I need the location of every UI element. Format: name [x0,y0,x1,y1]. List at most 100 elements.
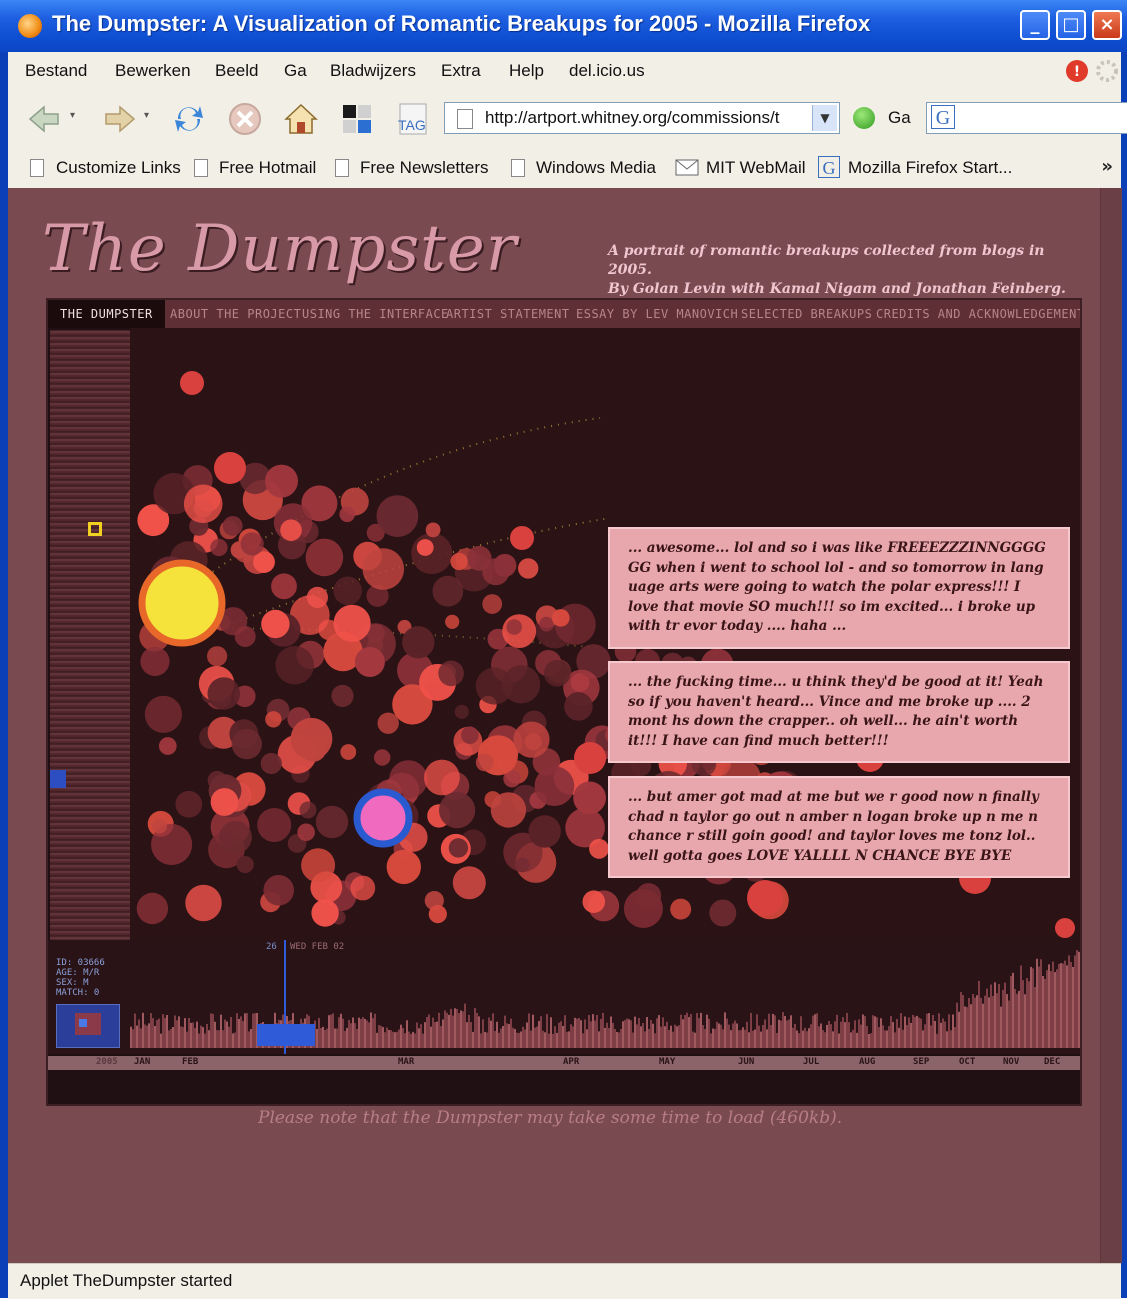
menu-help[interactable]: Help [509,61,544,81]
home-icon[interactable] [282,100,320,138]
month-jun[interactable]: JUN [738,1057,754,1067]
maximize-button[interactable]: □ [1056,10,1086,40]
tab-selected-breakups[interactable]: SELECTED BREAKUPS [741,300,872,328]
timeline-bar [1070,962,1072,1048]
timeline-bar [526,1022,528,1048]
breakup-bubble [231,728,262,760]
month-may[interactable]: MAY [659,1057,675,1067]
bookmark-windows-media[interactable]: Windows Media [536,158,656,178]
search-input[interactable]: G [926,102,1127,134]
month-dec[interactable]: DEC [1044,1057,1060,1067]
mini-map[interactable] [56,1004,120,1048]
timeline-bar [628,1019,630,1048]
bookmark-page-icon [335,159,349,177]
timeline-bar [772,1013,774,1048]
timeline-bar [572,1026,574,1048]
timeline-bar [986,988,988,1048]
month-apr[interactable]: APR [563,1057,579,1067]
timeline-bar [960,992,962,1048]
month-nov[interactable]: NOV [1003,1057,1019,1067]
tab-credits[interactable]: CREDITS AND ACKNOWLEDGEMENTS [876,300,1080,328]
timeline-bar [1036,958,1038,1048]
breakup-bubble [140,646,170,676]
vertical-scrollbar[interactable] [1100,188,1122,1263]
minimize-button[interactable]: _ [1020,10,1050,40]
tab-the-dumpster[interactable]: THE DUMPSTER [48,300,165,328]
timeline-bar [908,1017,910,1048]
window-title: The Dumpster: A Visualization of Romanti… [52,11,871,36]
timeline-bar [736,1023,738,1048]
tab-essay-by-lev-manovich[interactable]: ESSAY BY LEV MANOVICH [576,300,738,328]
status-bar: Applet TheDumpster started [8,1263,1121,1299]
timeline-selection [257,1024,315,1046]
forward-dropdown-icon[interactable]: ▾ [144,110,149,121]
month-aug[interactable]: AUG [859,1057,875,1067]
dumpster-applet[interactable]: THE DUMPSTER ABOUT THE PROJECT USING THE… [46,298,1082,1106]
timeline-bar [868,1034,870,1048]
breakup-bubble [564,692,593,721]
close-button[interactable]: × [1092,10,1122,40]
timeline-bar [716,1021,718,1048]
user-history-strip[interactable] [50,330,130,970]
bookmark-mit-webmail[interactable]: MIT WebMail [706,158,806,178]
menu-bewerken[interactable]: Bewerken [115,61,191,81]
back-arrow-icon[interactable] [26,100,64,138]
bookmark-mozilla-firefox-start[interactable]: Mozilla Firefox Start... [848,158,1012,178]
menu-extra[interactable]: Extra [441,61,481,81]
tab-about-the-project[interactable]: ABOUT THE PROJECT [170,300,301,328]
timeline-bar [1052,961,1054,1048]
address-bar[interactable]: http://artport.whitney.org/commissions/t… [444,102,840,134]
menu-bladwijzers[interactable]: Bladwijzers [330,61,416,81]
google-icon[interactable]: G [931,105,955,129]
timeline-panel[interactable]: 26 WED FEB 02 [48,940,1080,1054]
page-icon [457,109,473,129]
menu-ga[interactable]: Ga [284,61,307,81]
timeline-bar [1072,967,1074,1048]
month-feb[interactable]: FEB [182,1057,198,1067]
alert-icon[interactable]: ! [1064,58,1090,84]
url-dropdown-icon[interactable]: ▼ [812,105,837,131]
timeline-bar [524,1029,526,1048]
tag-button[interactable]: TAG [394,102,430,136]
timeline-bar [204,1033,206,1048]
reload-icon[interactable] [170,100,208,138]
bookmark-free-newsletters[interactable]: Free Newsletters [360,158,488,178]
breakup-bubble [185,884,222,922]
breakup-bubble [136,892,169,925]
timeline-bar [740,1030,742,1048]
month-oct[interactable]: OCT [959,1057,975,1067]
timeline-bar [692,1031,694,1048]
tab-artist-statement[interactable]: ARTIST STATEMENT [446,300,570,328]
forward-arrow-icon[interactable] [100,100,138,138]
menu-bar: Bestand Bewerken Beeld Ga Bladwijzers Ex… [8,52,1121,91]
stop-icon[interactable] [226,100,264,138]
timeline-bar [920,1018,922,1048]
selection-marker[interactable] [88,522,102,536]
menu-beeld[interactable]: Beeld [215,61,258,81]
month-mar[interactable]: MAR [398,1057,414,1067]
breakup-bubble [311,899,339,927]
menu-delicious[interactable]: del.icio.us [569,61,645,81]
month-jul[interactable]: JUL [803,1057,819,1067]
timeline-bar [554,1026,556,1048]
timeline-bar [600,1018,602,1048]
timeline-bar [820,1023,822,1048]
timeline-bar [406,1020,408,1048]
timeline-bar [330,1014,332,1048]
timeline-bar [598,1031,600,1048]
timeline-bar [632,1032,634,1048]
timeline-bar [914,1016,916,1048]
bookmarks-overflow-button[interactable]: » [1101,156,1113,177]
month-jan[interactable]: JAN [134,1057,150,1067]
menu-bestand[interactable]: Bestand [25,61,87,81]
go-button[interactable]: Ga [888,108,911,128]
bookmark-free-hotmail[interactable]: Free Hotmail [219,158,316,178]
bookmark-customize-links[interactable]: Customize Links [56,158,181,178]
go-icon[interactable] [853,107,875,129]
tab-using-the-interface[interactable]: USING THE INTERFACE [302,300,449,328]
windows-grid-icon[interactable] [338,100,376,138]
month-sep[interactable]: SEP [913,1057,929,1067]
timeline-bar [230,1017,232,1048]
timeline-bar [976,995,978,1048]
back-dropdown-icon[interactable]: ▾ [70,110,75,121]
